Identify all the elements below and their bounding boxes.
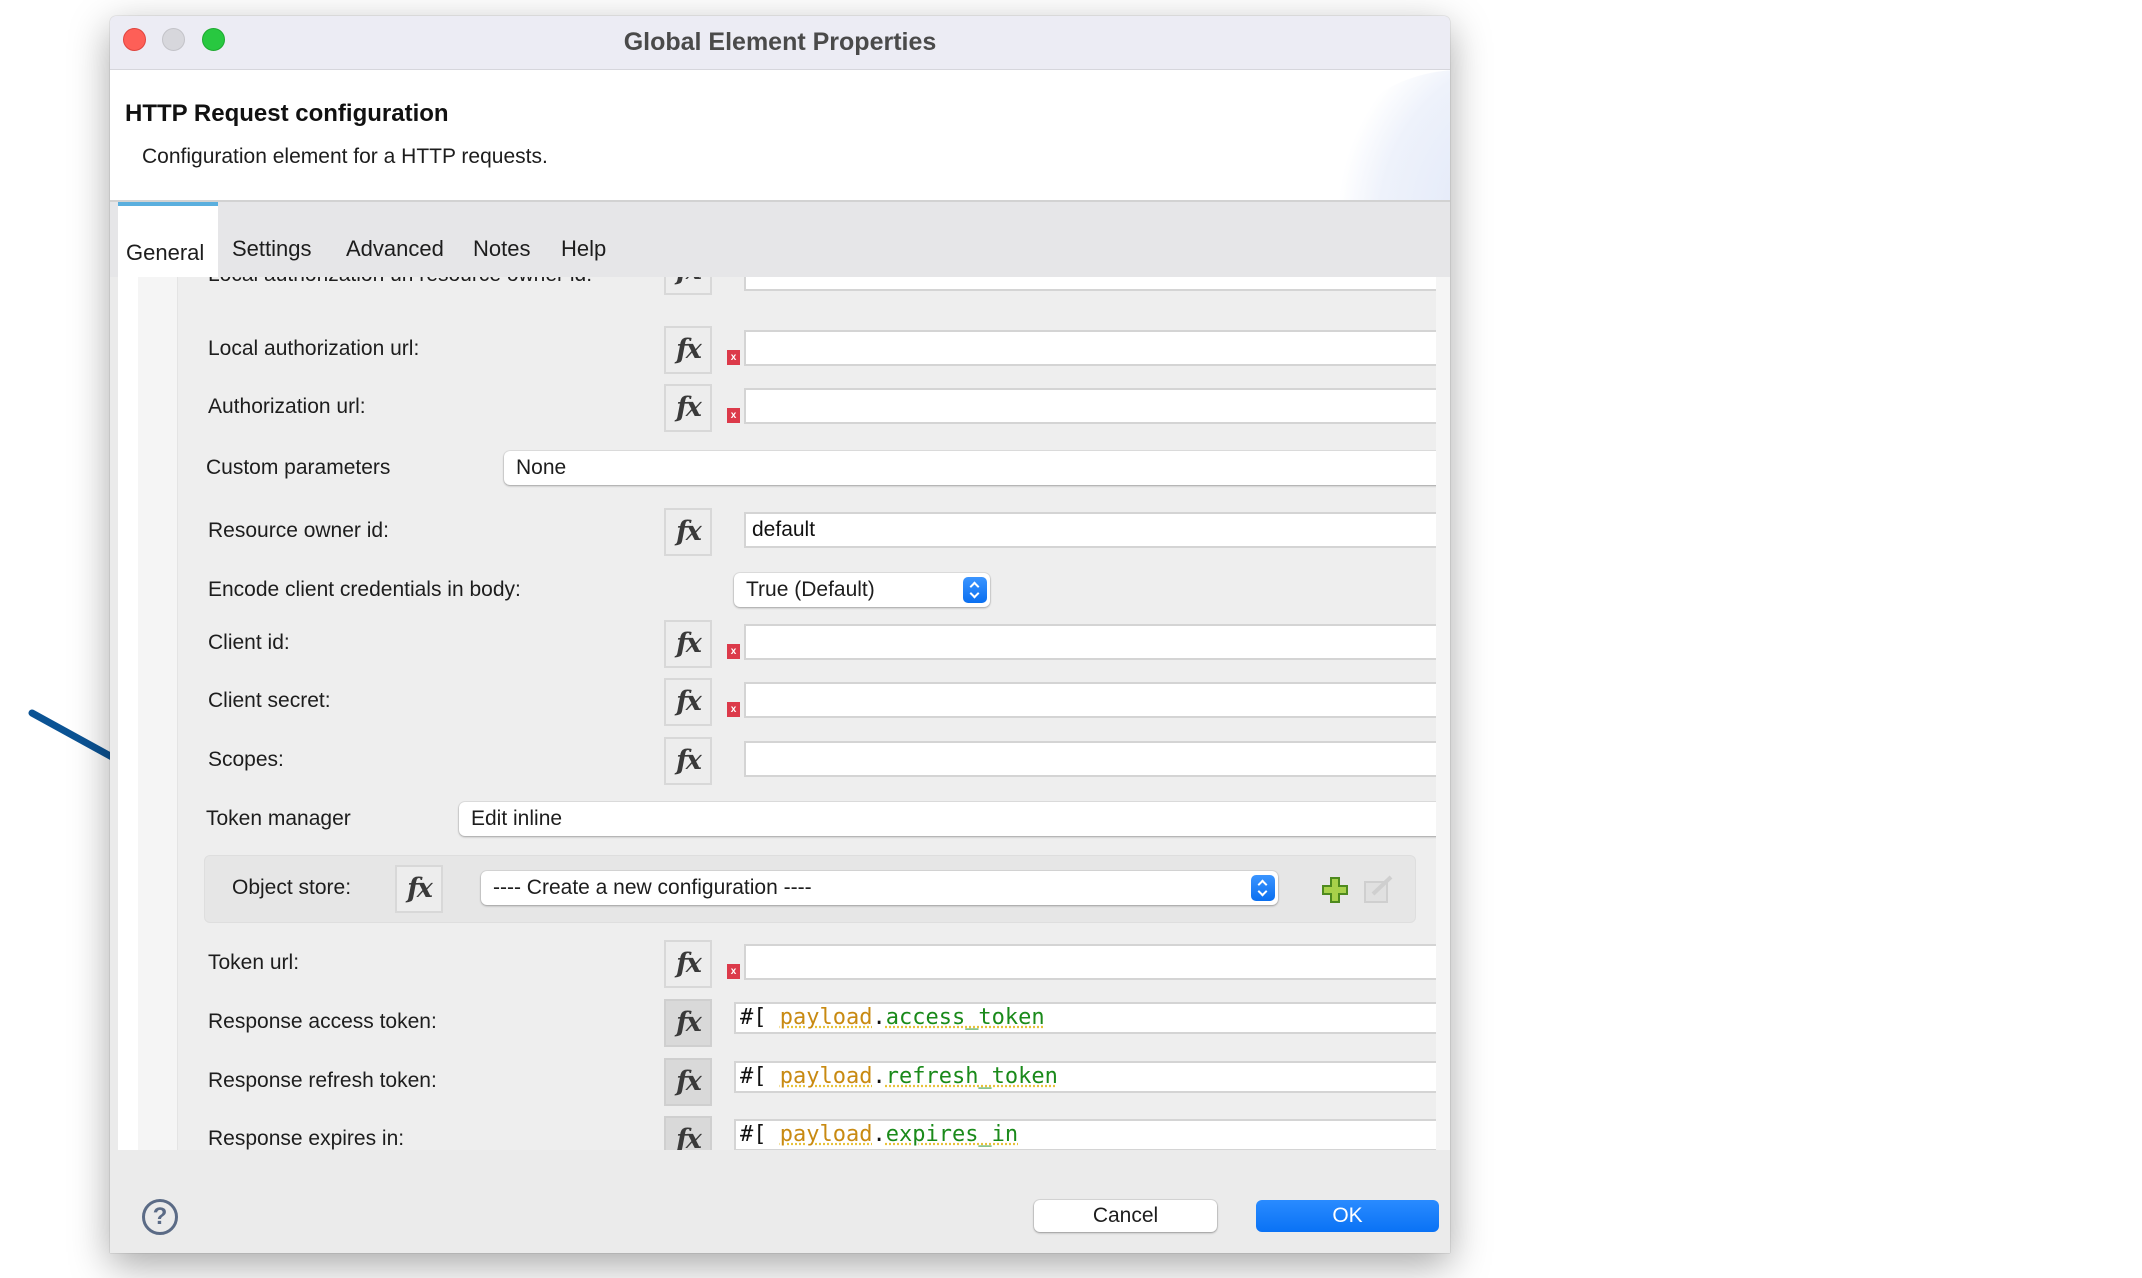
content-scroll-track[interactable]	[1436, 277, 1450, 1150]
expr-dot: .	[872, 1005, 886, 1030]
response-access-token-label: Response access token:	[208, 1010, 437, 1033]
encode-client-credentials-label: Encode client credentials in body:	[208, 578, 521, 601]
fx-toggle-button[interactable]: fx	[664, 940, 712, 988]
header-decoration	[1310, 70, 1450, 200]
response-expires-in-expression[interactable]: #[ payload.expires_in ]	[734, 1119, 1450, 1150]
fx-toggle-button[interactable]: fx	[664, 277, 712, 295]
fx-toggle-button[interactable]: fx	[395, 865, 443, 913]
tab-notes[interactable]: Notes	[473, 202, 530, 277]
expr-keyword: payload	[779, 1122, 873, 1147]
token-url-label: Token url:	[208, 951, 300, 974]
title-bar: Global Element Properties	[110, 16, 1450, 70]
required-error-icon: x	[727, 644, 740, 659]
authorization-url-input[interactable]	[744, 388, 1450, 424]
screenshot-stage: Global Element Properties HTTP Request c…	[0, 0, 2142, 1278]
scopes-label: Scopes:	[208, 748, 284, 771]
fx-toggle-button[interactable]: fx	[664, 678, 712, 726]
object-store-value: ---- Create a new configuration ----	[493, 876, 812, 899]
custom-parameters-label: Custom parameters	[206, 456, 391, 479]
object-store-label: Object store:	[232, 876, 352, 899]
cutoff-field-input[interactable]	[744, 277, 1450, 291]
local-authorization-url-label: Local authorization url:	[208, 337, 420, 360]
tab-help[interactable]: Help	[561, 202, 606, 277]
tab-general[interactable]: General	[118, 202, 218, 277]
expr-property: access_token	[885, 1005, 1045, 1030]
required-error-icon: x	[727, 408, 740, 423]
local-authorization-url-input[interactable]	[744, 330, 1450, 366]
tab-settings[interactable]: Settings	[232, 202, 312, 277]
fx-toggle-button[interactable]: fx	[664, 620, 712, 668]
client-id-input[interactable]	[744, 624, 1450, 660]
config-title: HTTP Request configuration	[125, 100, 449, 127]
expr-keyword: payload	[779, 1005, 873, 1030]
client-secret-input[interactable]	[744, 682, 1450, 718]
fx-toggle-button[interactable]: fx	[664, 384, 712, 432]
expr-keyword: payload	[779, 1064, 873, 1089]
dialog-footer: ? Cancel OK	[110, 1150, 1450, 1253]
resource-owner-id-input[interactable]: default	[744, 512, 1450, 548]
authorization-url-label: Authorization url:	[208, 395, 366, 418]
token-manager-label: Token manager	[206, 807, 351, 830]
fx-toggle-button-active[interactable]: fx	[664, 999, 712, 1047]
fx-toggle-button-active[interactable]: fx	[664, 1116, 712, 1150]
response-expires-in-label: Response expires in:	[208, 1127, 405, 1150]
config-description: Configuration element for a HTTP request…	[142, 145, 548, 168]
encode-client-credentials-value: True (Default)	[746, 578, 875, 601]
expr-prefix: #[	[740, 1005, 767, 1030]
token-url-input[interactable]	[744, 944, 1450, 980]
select-stepper-icon	[963, 577, 987, 603]
fx-toggle-button[interactable]: fx	[664, 737, 712, 785]
tab-bar: General Settings Advanced Notes Help	[110, 202, 1450, 277]
ok-button[interactable]: OK	[1256, 1200, 1439, 1232]
general-tab-content: Local authorization url resource owner i…	[118, 277, 1450, 1150]
dialog-header: HTTP Request configuration Configuration…	[110, 70, 1450, 202]
object-store-panel: Object store: fx ---- Create a new confi…	[204, 855, 1416, 923]
help-icon[interactable]: ?	[142, 1199, 178, 1235]
resource-owner-id-label: Resource owner id:	[208, 519, 389, 542]
expr-dot: .	[872, 1064, 886, 1089]
fx-toggle-button[interactable]: fx	[664, 508, 712, 556]
fx-toggle-button[interactable]: fx	[664, 326, 712, 374]
response-refresh-token-expression[interactable]: #[ payload.refresh_token ]	[734, 1061, 1450, 1093]
expr-property: expires_in	[885, 1122, 1019, 1147]
expr-property: refresh_token	[885, 1064, 1058, 1089]
add-configuration-icon[interactable]	[1321, 876, 1349, 904]
global-element-properties-dialog: Global Element Properties HTTP Request c…	[110, 16, 1450, 1253]
expr-prefix: #[	[740, 1122, 767, 1147]
window-title: Global Element Properties	[623, 28, 937, 56]
object-store-select[interactable]: ---- Create a new configuration ----	[481, 871, 1278, 905]
expr-dot: .	[872, 1122, 886, 1147]
expr-prefix: #[	[740, 1064, 767, 1089]
required-error-icon: x	[727, 350, 740, 365]
select-stepper-icon	[1251, 875, 1275, 901]
content-left-margin	[138, 277, 178, 1150]
token-manager-value: Edit inline	[471, 807, 563, 830]
required-error-icon: x	[727, 702, 740, 717]
cancel-button[interactable]: Cancel	[1034, 1200, 1217, 1232]
token-manager-select[interactable]: Edit inline	[459, 802, 1450, 836]
cutoff-field-label: Local authorization url resource owner i…	[208, 277, 592, 287]
scopes-input[interactable]	[744, 741, 1450, 777]
tab-advanced[interactable]: Advanced	[346, 202, 444, 277]
required-error-icon: x	[727, 964, 740, 979]
response-access-token-expression[interactable]: #[ payload.access_token ]	[734, 1002, 1450, 1034]
client-secret-label: Client secret:	[208, 689, 331, 712]
encode-client-credentials-select[interactable]: True (Default)	[734, 573, 990, 607]
response-refresh-token-label: Response refresh token:	[208, 1069, 437, 1092]
custom-parameters-value: None	[516, 456, 567, 479]
custom-parameters-select[interactable]: None	[504, 451, 1450, 485]
fx-toggle-button-active[interactable]: fx	[664, 1058, 712, 1106]
edit-configuration-icon[interactable]	[1363, 874, 1395, 904]
client-id-label: Client id:	[208, 631, 290, 654]
oauth-form: Local authorization url resource owner i…	[178, 277, 1450, 1150]
